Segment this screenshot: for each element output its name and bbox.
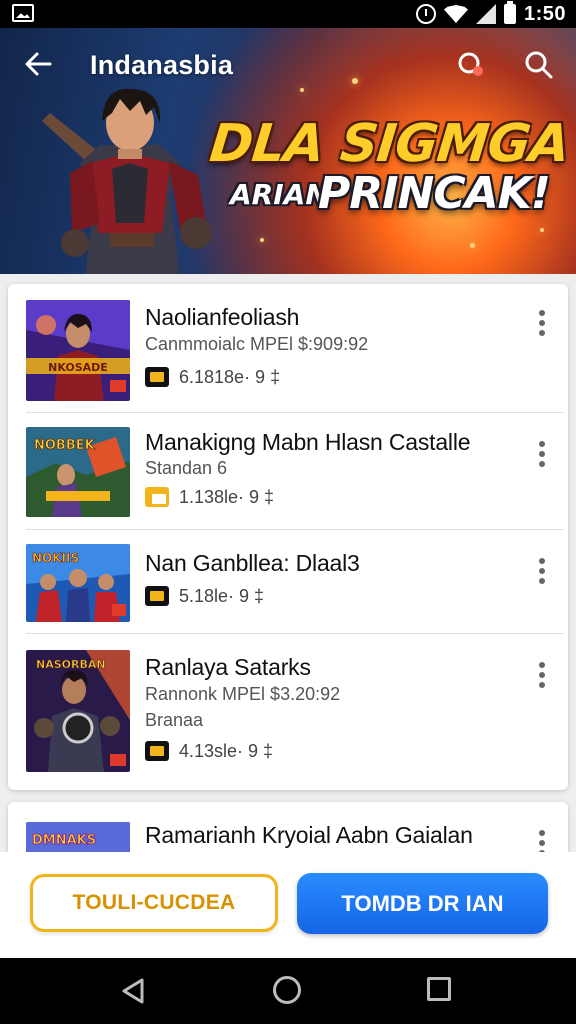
item-meta: 4.13sle· 9 ‡	[145, 740, 273, 762]
item-meta: 5.18le· 9 ‡	[145, 585, 264, 607]
list-item[interactable]: NKOSADE Naolianfeoliash Canmmoialc MPEl …	[8, 284, 568, 412]
hero-character-illustration	[42, 88, 212, 274]
item-meta-value: 5.18le· 9 ‡	[179, 585, 265, 606]
item-title: Naolianfeoliash	[145, 304, 300, 330]
banner-headline: DLA SIGMGA	[206, 114, 572, 174]
ticket-icon	[145, 741, 169, 761]
item-meta: 1.138le· 9 ‡	[145, 486, 274, 508]
list-item[interactable]: NASORBAN Ranlaya Satarks Rannonk MPEl $3…	[8, 634, 568, 784]
list-item[interactable]: NOBBEK Manakigng Mabn Hlasn Castalle Sta…	[8, 413, 568, 529]
item-meta-value: 6.1818e· 9 ‡	[179, 366, 281, 387]
item-meta: 6.1818e· 9 ‡	[145, 366, 280, 388]
battery-icon	[503, 1, 516, 24]
item-title: Manakigng Mabn Hlasn Castalle	[145, 429, 471, 455]
item-subtitle-secondary: Branaa	[145, 710, 204, 730]
banner-subline-big: PRINCAK!	[318, 168, 551, 219]
alarm-icon	[415, 4, 436, 24]
action-bar: TOULI-CUCDEA TOMDB DR IAN	[0, 852, 576, 958]
nav-recents-icon[interactable]	[427, 977, 451, 1001]
item-subtitle: Canmmoialc MPEl $:909:92	[145, 334, 369, 354]
game-thumbnail: NASORBAN	[26, 650, 130, 772]
primary-action-button[interactable]: TOMDB DR IAN	[297, 873, 548, 934]
item-subtitle: Rannonk MPEl $3.20:92	[145, 684, 341, 704]
item-title: Nan Ganbllea: Dlaal3	[145, 550, 360, 576]
signal-icon	[475, 4, 496, 24]
more-options-icon[interactable]	[532, 556, 552, 586]
back-arrow-icon[interactable]	[22, 48, 54, 80]
thumbnail-title: NOBBEK	[34, 438, 96, 453]
ticket-icon	[145, 586, 169, 606]
status-icons: 1:50	[415, 1, 566, 26]
secondary-action-button[interactable]: TOULI-CUCDEA	[30, 874, 278, 932]
hero-banner[interactable]: Indanasbia DLA SIGMGA ARIAN PRINCAK!	[0, 28, 576, 274]
notification-search-icon[interactable]	[456, 50, 486, 80]
status-bar: 1:50	[0, 0, 576, 28]
item-title: Ramarianh Kryoial Aabn Gaialan	[145, 822, 473, 848]
status-time: 1:50	[523, 2, 566, 25]
search-icon[interactable]	[524, 50, 554, 80]
app-bar: Indanasbia	[0, 28, 576, 100]
game-list: NKOSADE Naolianfeoliash Canmmoialc MPEl …	[8, 284, 568, 790]
app-title: Indanasbia	[90, 50, 234, 80]
thumbnail-title: NASORBAN	[36, 658, 106, 671]
banner-subline-small: ARIAN	[230, 178, 329, 211]
more-options-icon[interactable]	[532, 308, 552, 338]
list-item[interactable]: NOKIIS Nan Ganbllea: Dlaal3 5.18le· 9 ‡	[8, 530, 568, 633]
thumbnail-title: NOKIIS	[32, 551, 79, 565]
more-options-icon[interactable]	[532, 439, 552, 469]
nav-home-icon[interactable]	[273, 976, 301, 1004]
item-meta-value: 1.138le· 9 ‡	[179, 486, 275, 507]
nav-back-icon[interactable]	[118, 976, 148, 1006]
ticket-icon	[145, 367, 169, 387]
system-nav-bar	[0, 958, 576, 1024]
wifi-icon	[443, 5, 468, 23]
item-subtitle: Standan 6	[145, 458, 228, 478]
ticket-icon	[145, 487, 169, 507]
item-title: Ranlaya Satarks	[145, 654, 311, 680]
thumbnail-title: DMNAKS	[32, 833, 96, 848]
more-options-icon[interactable]	[532, 660, 552, 690]
item-meta-value: 4.13sle· 9 ‡	[179, 740, 274, 761]
game-thumbnail: NOBBEK	[26, 427, 130, 517]
game-thumbnail: NOKIIS	[26, 544, 130, 622]
game-thumbnail: NKOSADE	[26, 300, 130, 401]
gallery-icon	[12, 4, 34, 22]
thumbnail-title: NKOSADE	[48, 361, 108, 374]
